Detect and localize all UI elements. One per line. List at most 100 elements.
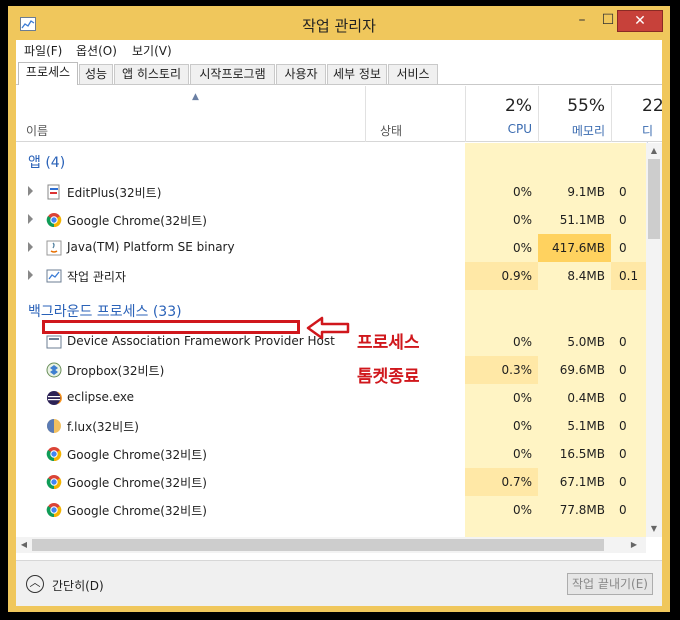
menu-options[interactable]: 옵션(O)	[76, 42, 117, 59]
memory-cell: 0.4MB	[567, 391, 605, 405]
chrome-icon	[46, 212, 62, 228]
tab-performance[interactable]: 성능	[79, 64, 113, 84]
table-row[interactable]: Google Chrome(32비트) 0% 16.5MB 0	[16, 440, 646, 468]
menu-file[interactable]: 파일(F)	[24, 42, 62, 59]
disk-cell: 0	[619, 335, 627, 349]
table-row[interactable]: Google Chrome(32비트) 0% 51.1MB 0	[16, 206, 646, 234]
menu-view[interactable]: 보기(V)	[132, 42, 172, 59]
cpu-cell: 0%	[512, 185, 532, 199]
scroll-down-icon[interactable]: ▼	[646, 521, 662, 537]
tab-services[interactable]: 서비스	[388, 64, 438, 84]
process-name: Google Chrome(32비트)	[67, 504, 207, 518]
table-row[interactable]: EditPlus(32비트) 0% 9.1MB 0	[16, 178, 646, 206]
column-status[interactable]: 상태	[380, 122, 402, 139]
memory-cell: 9.1MB	[567, 185, 605, 199]
eclipse-icon	[46, 390, 62, 406]
disk-cell: 0	[619, 241, 627, 255]
fewer-details-button[interactable]: 간단히(D)	[52, 577, 104, 594]
expand-chevron-icon[interactable]	[28, 270, 33, 280]
chrome-icon	[46, 502, 62, 518]
process-name: Dropbox(32비트)	[67, 364, 165, 378]
disk-cell: 0	[619, 475, 627, 489]
service-icon	[46, 334, 62, 350]
memory-cell: 16.5MB	[559, 447, 605, 461]
chrome-icon	[46, 474, 62, 490]
table-row[interactable]: Google Chrome(32비트) 0.7% 67.1MB 0	[16, 468, 646, 496]
expand-chevron-icon[interactable]	[28, 186, 33, 196]
annotation-highlight-box	[42, 320, 300, 334]
process-name: eclipse.exe	[67, 390, 135, 404]
title-bar[interactable]: 작업 관리자 – ☐ ✕	[8, 6, 670, 40]
editplus-icon	[46, 184, 62, 200]
process-name: Java(TM) Platform SE binary	[67, 240, 235, 254]
expand-chevron-icon[interactable]	[28, 242, 33, 252]
tab-bar: 프로세스 성능 앱 히스토리 시작프로그램 사용자 세부 정보 서비스	[16, 62, 662, 85]
table-row[interactable]: eclipse.exe 0% 0.4MB 0	[16, 384, 646, 412]
cpu-cell: 0%	[512, 335, 532, 349]
disk-cell: 0	[619, 447, 627, 461]
cpu-usage-total[interactable]: 2%	[472, 96, 532, 116]
cpu-cell: 0%	[512, 391, 532, 405]
memory-cell: 67.1MB	[559, 475, 605, 489]
java-icon	[46, 240, 62, 256]
column-memory[interactable]: 메모리	[545, 122, 605, 139]
cpu-cell: 0%	[512, 241, 532, 255]
end-task-button[interactable]: 작업 끝내기(E)	[567, 573, 653, 595]
sort-up-icon: ▲	[192, 92, 199, 102]
memory-usage-total[interactable]: 55%	[545, 96, 605, 116]
column-name[interactable]: 이름	[26, 122, 48, 139]
scroll-left-icon[interactable]: ◀	[16, 537, 32, 553]
process-name: Google Chrome(32비트)	[67, 214, 207, 228]
memory-cell: 69.6MB	[559, 363, 605, 377]
collapse-chevron-icon[interactable]: ︿	[26, 575, 44, 593]
menu-bar: 파일(F) 옵션(O) 보기(V)	[16, 40, 662, 60]
tab-startup[interactable]: 시작프로그램	[190, 64, 275, 84]
task-manager-window: 작업 관리자 – ☐ ✕ 파일(F) 옵션(O) 보기(V) 프로세스 성능 앱…	[8, 6, 670, 612]
cpu-cell: 0%	[512, 503, 532, 517]
chrome-icon	[46, 446, 62, 462]
memory-cell: 5.0MB	[567, 335, 605, 349]
cpu-cell: 0.9%	[465, 262, 538, 290]
tab-app-history[interactable]: 앱 히스토리	[114, 64, 189, 84]
process-name: Google Chrome(32비트)	[67, 476, 207, 490]
group-apps[interactable]: 앱 (4)	[16, 146, 646, 176]
footer-bar: ︿ 간단히(D) 작업 끝내기(E)	[16, 560, 662, 606]
table-row[interactable]: Dropbox(32비트) 0.3% 69.6MB 0	[16, 356, 646, 384]
minimize-button[interactable]: –	[569, 10, 595, 32]
close-button[interactable]: ✕	[617, 10, 663, 32]
table-row[interactable]: Google Chrome(32비트) 0% 77.8MB 0	[16, 496, 646, 524]
cpu-cell: 0%	[512, 419, 532, 433]
tab-details[interactable]: 세부 정보	[327, 64, 387, 84]
disk-cell: 0.1	[611, 262, 646, 290]
horizontal-scrollbar[interactable]: ◀ ▶	[16, 537, 646, 553]
cpu-cell: 0%	[512, 447, 532, 461]
horizontal-scroll-thumb[interactable]	[32, 539, 604, 551]
column-header: ▲ 이름 상태 2% CPU 55% 메모리 22 디스	[16, 86, 662, 155]
column-divider	[365, 86, 366, 142]
vertical-scroll-thumb[interactable]	[648, 159, 660, 239]
disk-usage-total[interactable]: 22	[642, 96, 662, 116]
column-cpu[interactable]: CPU	[472, 122, 532, 136]
process-name: Device Association Framework Provider Ho…	[67, 334, 335, 348]
expand-chevron-icon[interactable]	[28, 214, 33, 224]
memory-cell: 77.8MB	[559, 503, 605, 517]
disk-cell: 0	[619, 391, 627, 405]
tab-users[interactable]: 사용자	[276, 64, 326, 84]
table-row[interactable]: Java(TM) Platform SE binary 0% 417.6MB 0	[16, 234, 646, 262]
annotation-arrow-icon	[306, 316, 350, 340]
table-row[interactable]: f.lux(32비트) 0% 5.1MB 0	[16, 412, 646, 440]
scroll-up-icon[interactable]: ▲	[646, 143, 662, 159]
memory-cell: 417.6MB	[538, 234, 611, 262]
vertical-scrollbar[interactable]: ▲ ▼	[646, 143, 662, 537]
table-row[interactable]: 작업 관리자 0.9% 8.4MB 0.1	[16, 262, 646, 290]
taskmgr-icon	[46, 268, 62, 284]
tab-processes[interactable]: 프로세스	[18, 62, 78, 85]
memory-cell: 8.4MB	[567, 269, 605, 283]
process-name: 작업 관리자	[67, 270, 127, 284]
process-list[interactable]: 앱 (4) EditPlus(32비트) 0% 9.1MB 0 Google C…	[16, 143, 646, 537]
memory-cell: 5.1MB	[567, 419, 605, 433]
cpu-cell: 0.7%	[465, 468, 538, 496]
column-divider	[465, 86, 466, 142]
scroll-right-icon[interactable]: ▶	[626, 537, 642, 553]
process-name: EditPlus(32비트)	[67, 186, 162, 200]
